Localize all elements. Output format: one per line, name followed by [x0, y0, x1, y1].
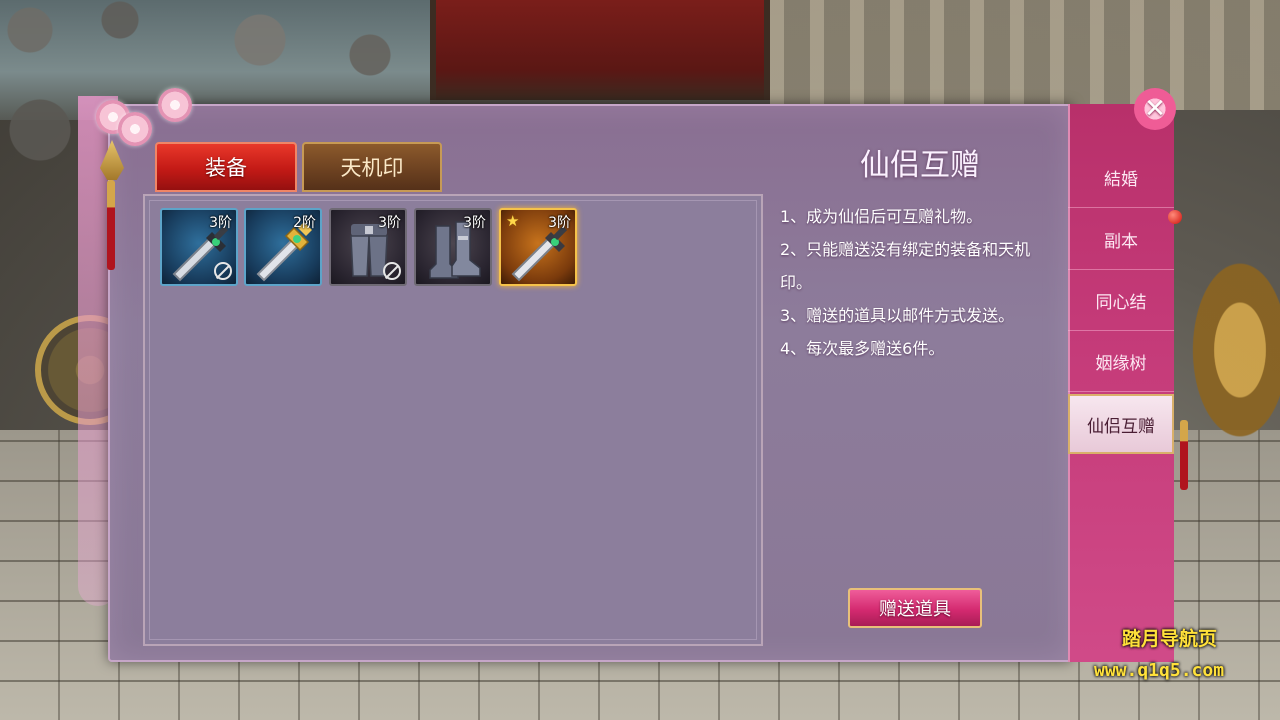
tab-tianji-seal[interactable]: 天机印: [302, 142, 442, 192]
tier-label: 2阶: [293, 215, 316, 231]
blossom-icon: [158, 88, 192, 122]
bound-icon: [383, 262, 401, 280]
tier-label: 3阶: [463, 215, 486, 231]
rule-item: 2、只能赠送没有绑定的装备和天机印。: [780, 240, 1031, 292]
background-gold-ornament: [1180, 240, 1280, 460]
close-button[interactable]: ✕: [1134, 88, 1176, 130]
inventory-slot-golden-sword[interactable]: 2阶: [244, 208, 322, 286]
tassel-decoration: [107, 180, 115, 270]
tier-label: 3阶: [548, 215, 571, 231]
background-red-building: [430, 0, 770, 100]
tassel-decoration: [1180, 420, 1188, 490]
watermark-url: www.q1q5.com: [1094, 660, 1225, 681]
star-icon: ★: [506, 212, 520, 230]
blossom-icon: [118, 112, 152, 146]
bound-icon: [214, 262, 232, 280]
sidebar-item-partner-gift[interactable]: 仙侣互赠: [1068, 394, 1174, 454]
inventory-slot-sword-starred[interactable]: ★ 3阶: [499, 208, 577, 286]
sidebar-item-marriage[interactable]: 結婚: [1068, 148, 1174, 208]
notification-dot-icon: [1168, 210, 1182, 224]
tier-label: 3阶: [209, 215, 232, 231]
tier-label: 3阶: [378, 215, 401, 231]
rules-text: 1、成为仙侣后可互赠礼物。 2、只能赠送没有绑定的装备和天机印。 3、赠送的道具…: [780, 200, 1062, 365]
background-balustrade: [770, 0, 1280, 110]
rule-item: 4、每次最多赠送6件。: [780, 339, 945, 358]
page-title: 仙侣互赠: [860, 148, 980, 183]
gift-items-button[interactable]: 赠送道具: [848, 588, 982, 628]
rule-item: 1、成为仙侣后可互赠礼物。: [780, 207, 983, 226]
tab-equipment[interactable]: 装备: [155, 142, 297, 192]
inventory-slot-leg-armor[interactable]: 3阶: [329, 208, 407, 286]
watermark-title: 踏月导航页: [1122, 628, 1218, 650]
inventory-slot-sword[interactable]: 3阶: [160, 208, 238, 286]
rule-item: 3、赠送的道具以邮件方式发送。: [780, 306, 1015, 325]
inventory-slot-boots[interactable]: 3阶: [414, 208, 492, 286]
sidebar-item-love-knot[interactable]: 同心结: [1068, 271, 1174, 331]
sidebar-item-dungeon[interactable]: 副本: [1068, 210, 1174, 270]
sidebar-item-fate-tree[interactable]: 姻缘树: [1068, 332, 1174, 392]
